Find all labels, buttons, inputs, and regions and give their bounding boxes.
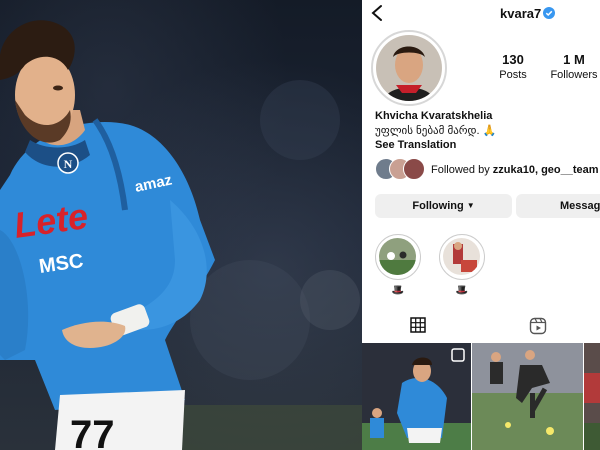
svg-text:N: N bbox=[64, 157, 73, 171]
highlight-label: 🎩 bbox=[391, 285, 405, 296]
followers-count-value: 1 M bbox=[563, 52, 585, 67]
see-translation-link[interactable]: See Translation bbox=[375, 139, 456, 151]
profile-full-name: Khvicha Kvaratskhelia bbox=[375, 110, 493, 122]
back-arrow-icon[interactable] bbox=[370, 4, 384, 22]
verified-badge-icon bbox=[543, 7, 555, 19]
followed-by-text[interactable]: Followed by zzuka10, geo__team bbox=[431, 164, 599, 176]
profile-tabs bbox=[362, 310, 600, 342]
post-thumbnail[interactable] bbox=[362, 343, 471, 450]
profile-bio: უფლის ნებამ მარდ. 🙏 bbox=[375, 125, 497, 137]
story-highlight[interactable] bbox=[375, 234, 421, 280]
posts-count-value: 130 bbox=[502, 52, 524, 67]
posts-grid-tab[interactable] bbox=[362, 310, 481, 342]
grid-icon bbox=[410, 317, 426, 333]
following-button[interactable]: Following ▼ bbox=[375, 194, 512, 218]
posts-grid bbox=[362, 343, 600, 450]
post-thumbnail[interactable] bbox=[584, 343, 600, 450]
followers-count[interactable]: 1 M Followers bbox=[544, 52, 600, 81]
chevron-down-icon: ▼ bbox=[466, 201, 475, 210]
followed-by-users: zzuka10, geo__team bbox=[492, 164, 599, 176]
post-thumbnail[interactable] bbox=[472, 343, 583, 450]
message-button[interactable]: Message bbox=[516, 194, 600, 218]
followers-count-label: Followers bbox=[550, 69, 598, 81]
profile-username: kvara7 bbox=[500, 6, 542, 21]
mutual-avatar bbox=[403, 158, 425, 180]
player-photo-illustration: N Lete amaz MSC 77 bbox=[0, 20, 362, 450]
message-button-label: Message bbox=[560, 200, 600, 212]
instagram-profile: kvara7 130 Posts 1 M Followers Khvicha K… bbox=[362, 0, 600, 450]
posts-count-label: Posts bbox=[499, 69, 527, 81]
profile-header: kvara7 bbox=[362, 0, 600, 26]
player-photo: N Lete amaz MSC 77 bbox=[0, 0, 362, 450]
story-highlight[interactable] bbox=[439, 234, 485, 280]
profile-avatar[interactable] bbox=[371, 30, 447, 106]
posts-count[interactable]: 130 Posts bbox=[483, 52, 543, 81]
followed-by-prefix: Followed by bbox=[431, 164, 493, 176]
mutual-followers-avatars[interactable] bbox=[375, 158, 427, 180]
following-button-label: Following bbox=[412, 200, 464, 212]
jersey-number-text: 77 bbox=[70, 413, 115, 450]
highlight-label: 🎩 bbox=[455, 285, 469, 296]
reels-tab[interactable] bbox=[481, 310, 600, 342]
reels-icon bbox=[529, 317, 547, 335]
